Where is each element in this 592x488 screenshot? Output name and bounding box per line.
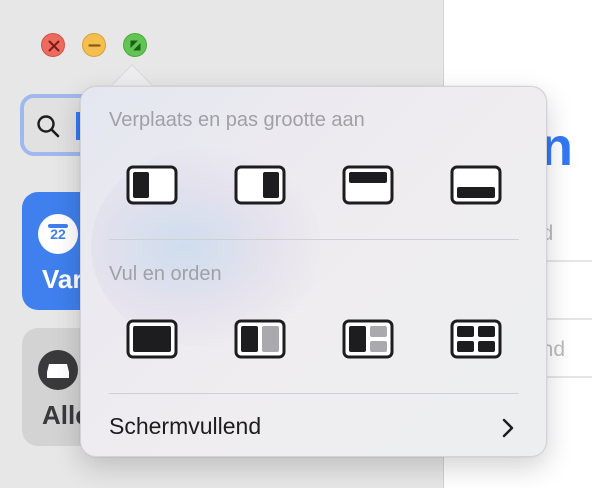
fill-arrange-header: Vul en orden [109, 263, 222, 285]
fullscreen-arrows-icon [130, 40, 141, 51]
window-tiling-popover: Verplaats en pas grootte aan Vul en orde… [80, 86, 547, 457]
calendar-icon: 22 [38, 214, 78, 254]
section-divider [109, 239, 519, 240]
fullscreen-label: Schermvullend [109, 413, 262, 439]
tray-icon [38, 350, 78, 390]
two-columns-layout-icon [234, 319, 286, 359]
three-panes-layout-icon [342, 319, 394, 359]
move-resize-header: Verplaats en pas grootte aan [109, 109, 365, 131]
section-divider [109, 393, 519, 394]
right-half-layout-icon [234, 165, 286, 205]
tile-bottom-half-button[interactable] [450, 165, 502, 205]
calendar-day: 22 [50, 226, 66, 242]
four-quarters-layout-icon [450, 319, 502, 359]
zoom-button[interactable] [123, 33, 147, 57]
fill-full-button[interactable] [126, 319, 178, 359]
tile-left-half-button[interactable] [126, 165, 178, 205]
minimize-icon [88, 44, 101, 47]
left-half-layout-icon [126, 165, 178, 205]
chevron-right-icon [502, 418, 514, 438]
close-button[interactable] [41, 33, 65, 57]
bottom-half-layout-icon [450, 165, 502, 205]
tile-right-half-button[interactable] [234, 165, 286, 205]
arrange-two-columns-button[interactable] [234, 319, 286, 359]
fullscreen-menu-item[interactable]: Schermvullend [81, 403, 546, 451]
top-half-layout-icon [342, 165, 394, 205]
search-icon [37, 115, 60, 138]
smart-list-today-label: Var [42, 264, 83, 294]
minimize-button[interactable] [82, 33, 106, 57]
arrange-four-quarters-button[interactable] [450, 319, 502, 359]
full-layout-icon [126, 319, 178, 359]
tile-top-half-button[interactable] [342, 165, 394, 205]
close-icon [48, 40, 60, 52]
tray-glyph [47, 364, 69, 378]
arrange-three-panes-button[interactable] [342, 319, 394, 359]
